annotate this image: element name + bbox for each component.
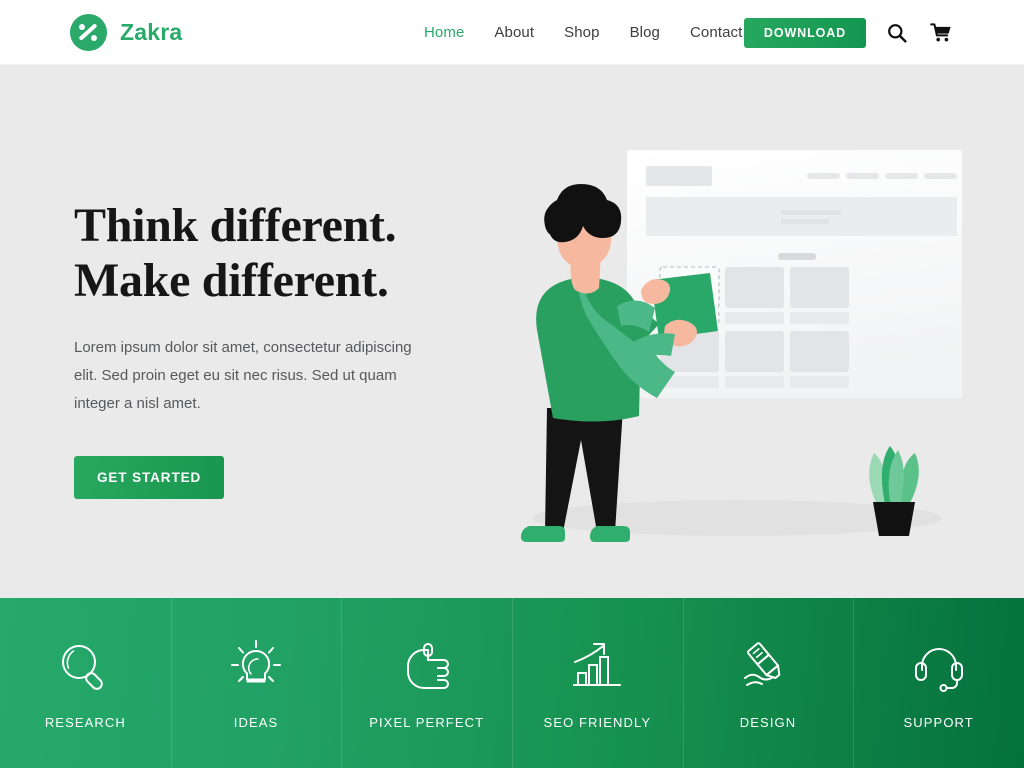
feature-label: SEO FRIENDLY <box>543 714 652 730</box>
brand-logo[interactable]: Zakra <box>70 13 183 51</box>
bar-chart-arrow-icon <box>568 637 626 695</box>
feature-item-ideas[interactable]: IDEAS <box>170 598 342 768</box>
feature-item-research[interactable]: RESEARCH <box>0 598 171 768</box>
headset-icon <box>910 637 968 695</box>
hero-illustration <box>505 140 975 598</box>
nav-item-blog[interactable]: Blog <box>630 24 660 41</box>
feature-item-support[interactable]: SUPPORT <box>853 598 1024 768</box>
hero-title-line1: Think different. <box>74 199 397 252</box>
zakra-circle-logo-icon <box>70 13 107 51</box>
feature-label: DESIGN <box>739 714 797 730</box>
download-button[interactable]: DOWNLOAD <box>744 18 866 48</box>
feature-item-seo-friendly[interactable]: SEO FRIENDLY <box>512 598 683 768</box>
hero-copy: Think different. Make different. Lorem i… <box>74 198 494 499</box>
nav-item-home[interactable]: Home <box>424 24 464 41</box>
brand-name: Zakra <box>120 18 183 45</box>
feature-label: PIXEL PERFECT <box>369 714 485 730</box>
feature-label: RESEARCH <box>44 714 126 730</box>
feature-item-design[interactable]: DESIGN <box>682 598 854 768</box>
site-header: Zakra Home About Shop Blog Contact DOWNL… <box>0 0 1024 65</box>
feature-label: IDEAS <box>233 714 279 730</box>
get-started-button[interactable]: GET STARTED <box>74 456 225 499</box>
page-root: Zakra Home About Shop Blog Contact DOWNL… <box>0 0 1024 768</box>
thumbs-up-icon <box>398 637 456 695</box>
marker-pen-icon <box>739 637 797 695</box>
features-bar: RESEARCH IDEAS PIXEL PERFECT SEO FRIENDL… <box>0 598 1024 768</box>
shopping-cart-icon[interactable] <box>930 22 952 44</box>
hero-paragraph: Lorem ipsum dolor sit amet, consectetur … <box>74 339 412 412</box>
magnifier-icon <box>56 637 114 695</box>
hero-title-line2: Make different. <box>74 254 389 307</box>
hero-section: Think different. Make different. Lorem i… <box>0 65 1024 598</box>
feature-item-pixel-perfect[interactable]: PIXEL PERFECT <box>341 598 512 768</box>
nav-item-about[interactable]: About <box>494 24 534 41</box>
lightbulb-icon <box>227 637 285 695</box>
hero-title: Think different. Make different. <box>74 198 494 308</box>
search-icon[interactable] <box>886 22 908 44</box>
feature-label: SUPPORT <box>903 714 974 730</box>
main-navigation: Home About Shop Blog Contact <box>424 0 742 65</box>
nav-item-contact[interactable]: Contact <box>690 24 742 41</box>
nav-item-shop[interactable]: Shop <box>564 24 599 41</box>
